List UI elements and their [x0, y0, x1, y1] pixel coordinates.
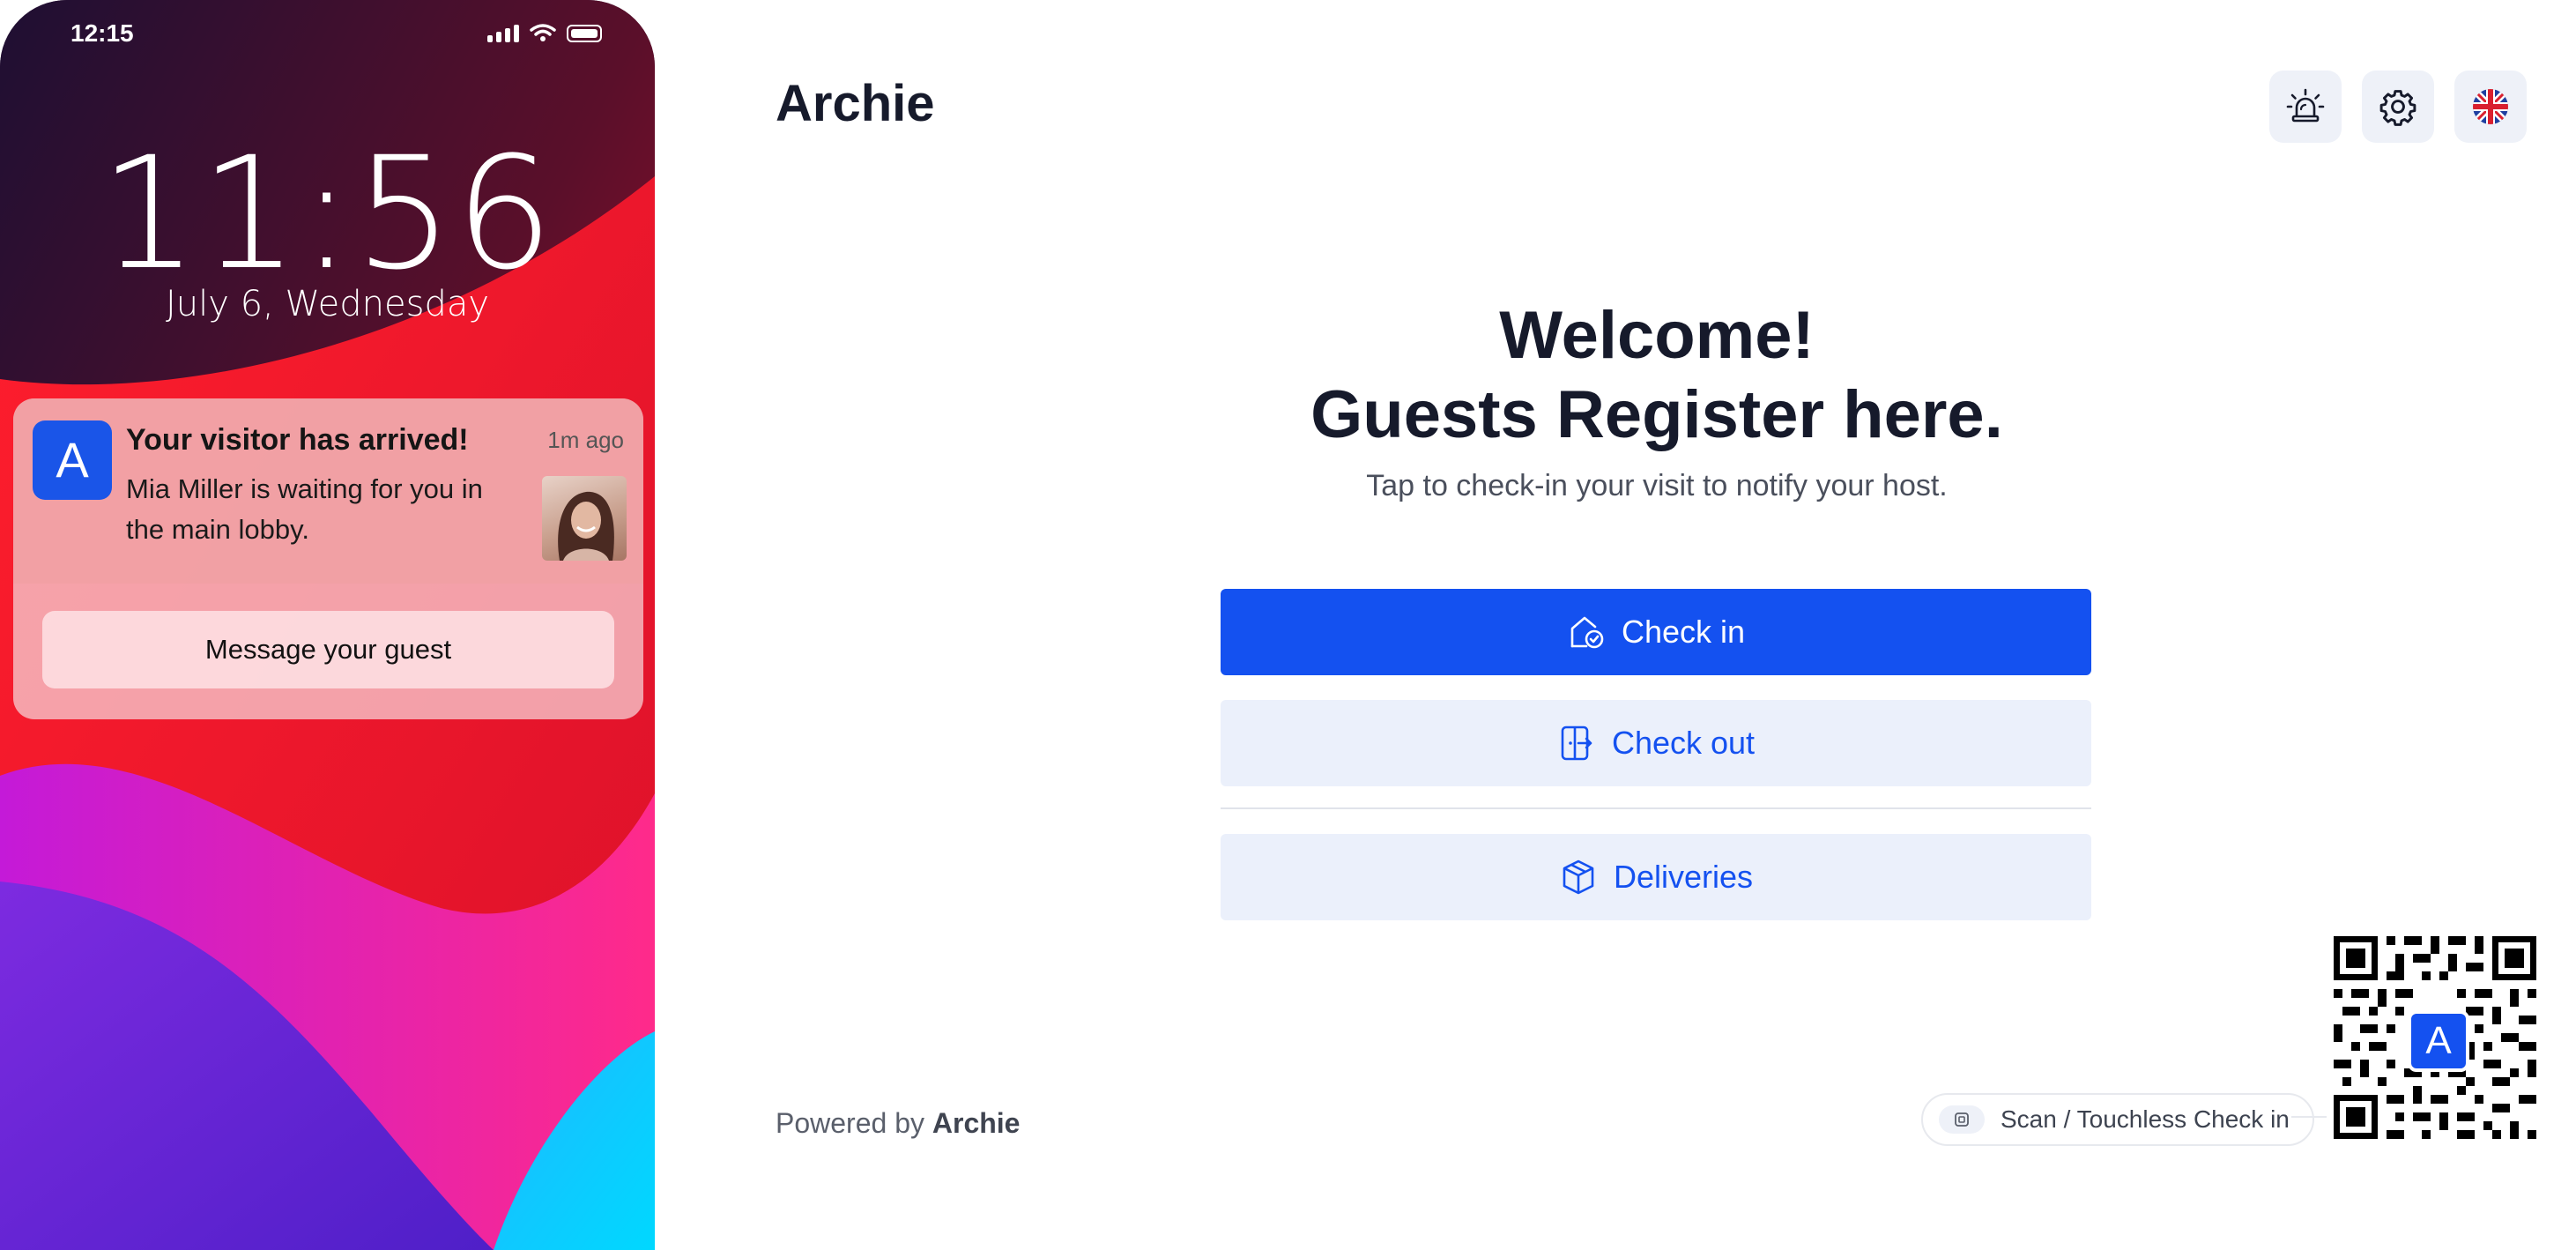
- deliveries-button[interactable]: Deliveries: [1221, 834, 2091, 920]
- check-in-label: Check in: [1621, 614, 1746, 650]
- settings-button[interactable]: [2362, 71, 2434, 143]
- door-exit-icon: [1561, 725, 1592, 761]
- status-bar: 12:15: [0, 0, 655, 71]
- package-icon: [1563, 859, 1594, 895]
- uk-flag-icon: [2473, 89, 2508, 124]
- headline-line-1: Welcome!: [1499, 298, 1815, 373]
- check-out-button[interactable]: Check out: [1221, 700, 2091, 786]
- app-icon: A: [33, 420, 112, 500]
- gear-icon: [2379, 90, 2416, 126]
- powered-by: Powered by Archie: [776, 1107, 1020, 1140]
- lock-screen-date: July 6, Wednesday: [165, 284, 490, 324]
- home-check-icon: [1570, 616, 1604, 649]
- wifi-icon: [530, 24, 556, 41]
- notification-body: Mia Miller is waiting for you in the mai…: [126, 473, 483, 545]
- notification-title: Your visitor has arrived!: [126, 423, 469, 457]
- phone-mockup: 12:15 11:56 July 6, Wednesday A Your vis…: [0, 0, 655, 1250]
- check-in-button[interactable]: Check in: [1221, 589, 2091, 675]
- brand-title: Archie: [776, 75, 935, 132]
- lock-screen-time: 11:56: [99, 123, 556, 304]
- powered-brand: Archie: [932, 1107, 1021, 1139]
- deliveries-label: Deliveries: [1613, 859, 1754, 895]
- qr-app-logo: A: [2408, 1010, 2469, 1072]
- alarm-icon: [2286, 88, 2325, 123]
- message-guest-button[interactable]: Message your guest: [42, 611, 614, 688]
- welcome-headline: Welcome! Guests Register here.: [1058, 296, 2256, 455]
- section-divider: [1221, 807, 2091, 809]
- status-time: 12:15: [71, 19, 134, 47]
- signal-icon: [487, 23, 519, 42]
- welcome-subtitle: Tap to check-in your visit to notify you…: [1366, 469, 1948, 502]
- guest-avatar: [542, 476, 627, 561]
- scan-label: Scan / Touchless Check in: [2001, 1105, 2290, 1133]
- powered-prefix: Powered by: [776, 1107, 924, 1139]
- notification-age: 1m ago: [547, 427, 624, 453]
- check-out-label: Check out: [1611, 725, 1756, 761]
- headline-line-2: Guests Register here.: [1310, 377, 2003, 452]
- emergency-alarm-button[interactable]: [2269, 71, 2342, 143]
- battery-icon: [567, 25, 602, 42]
- language-button[interactable]: [2454, 71, 2527, 143]
- visitor-notification[interactable]: A Your visitor has arrived! 1m ago Mia M…: [13, 398, 643, 719]
- touchless-checkin-pill[interactable]: Scan / Touchless Check in: [1921, 1093, 2314, 1146]
- scan-icon: [1939, 1105, 1985, 1134]
- pill-connector: [2291, 1116, 2327, 1118]
